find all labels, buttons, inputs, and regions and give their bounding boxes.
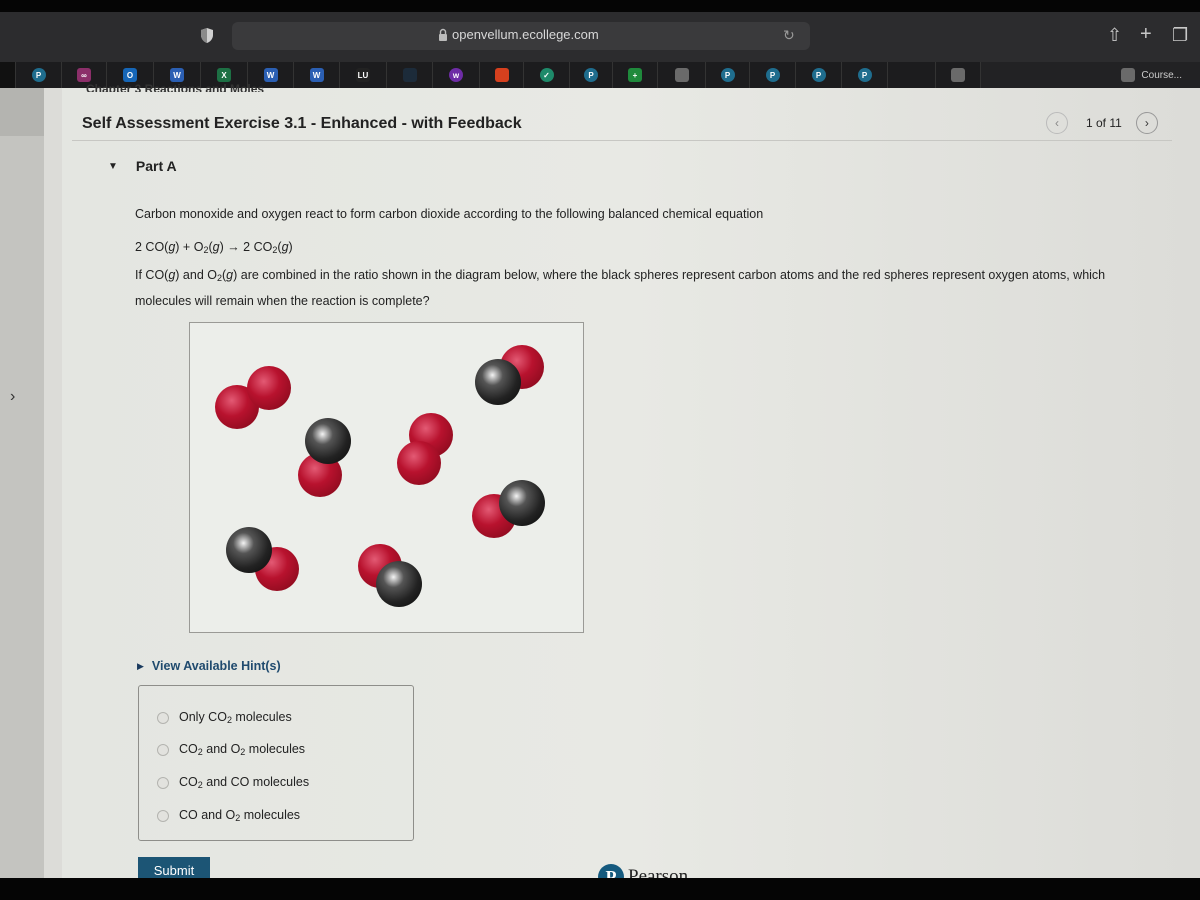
pearson-icon: P	[31, 68, 46, 82]
tab-pearson[interactable]: P	[750, 62, 796, 88]
radio-button[interactable]	[157, 809, 169, 822]
word-icon: W	[309, 68, 324, 82]
new-tab-icon[interactable]: +	[1140, 23, 1152, 46]
pager: ‹ 1 of 11 ›	[1046, 112, 1158, 134]
share-icon[interactable]: ⇧	[1107, 25, 1122, 46]
page-content: › Chapter 3 Reactions and Moles Self Ass…	[0, 82, 1200, 890]
carbon-atom	[498, 480, 545, 527]
tab-lu[interactable]: LU	[340, 62, 387, 88]
tab-course[interactable]: Course...	[981, 62, 1200, 88]
tab-overview-icon[interactable]: ❐	[1172, 25, 1188, 46]
tab-course-label: Course...	[1141, 69, 1182, 81]
tab-edge	[0, 62, 16, 88]
tab-pearson[interactable]: P	[842, 62, 888, 88]
part-a-toggle[interactable]: ▼ Part A	[108, 158, 177, 174]
divider	[72, 140, 1172, 141]
left-rail-header	[0, 88, 44, 136]
question-text: If CO(g) and O2(g) are combined in the r…	[135, 268, 1106, 308]
tab-blank-page[interactable]	[658, 62, 706, 88]
empty-icon	[905, 68, 919, 82]
answer-option[interactable]: Only CO2 molecules	[157, 710, 292, 725]
carbon-atom	[376, 561, 423, 608]
tab-plus-green[interactable]: +	[613, 62, 658, 88]
expand-sidebar-icon[interactable]: ›	[10, 388, 15, 406]
reload-icon[interactable]: ↻	[783, 27, 795, 44]
blank-page-icon	[951, 68, 965, 82]
webassign-icon: w	[449, 68, 463, 82]
screen-bezel-top	[0, 0, 1200, 12]
option-label: CO and O2 molecules	[179, 808, 301, 823]
pearson-icon: P	[811, 68, 826, 82]
lu-icon: LU	[356, 68, 370, 82]
blank-page-icon	[1121, 68, 1136, 82]
url-text[interactable]: openvellum.ecollege.com	[452, 27, 599, 42]
breadcrumb[interactable]: Chapter 3 Reactions and Moles	[86, 82, 264, 92]
carbon-atom	[475, 359, 522, 406]
word-icon: W	[263, 68, 278, 82]
question-intro: Carbon monoxide and oxygen react to form…	[135, 207, 764, 221]
page-title: Self Assessment Exercise 3.1 - Enhanced …	[82, 115, 522, 132]
caret-right-icon: ▶	[137, 660, 144, 671]
browser-toolbar: openvellum.ecollege.com ↻ ⇧ + ❐	[0, 12, 1200, 62]
carbon-atom	[226, 527, 273, 574]
shield-blank-icon	[402, 68, 417, 82]
left-rail: ›	[0, 88, 44, 878]
excel-icon: X	[217, 68, 231, 82]
part-label: Part A	[135, 158, 177, 174]
tab-pearson[interactable]: P	[796, 62, 842, 88]
pearson-icon: P	[857, 68, 872, 82]
plus-green-icon: +	[628, 68, 642, 82]
tab-empty[interactable]	[888, 62, 936, 88]
option-label: Only CO2 molecules	[179, 710, 292, 725]
tab-webassign[interactable]: w	[433, 62, 480, 88]
radio-button[interactable]	[157, 711, 169, 724]
privacy-shield-icon[interactable]	[200, 27, 214, 44]
caret-down-icon: ▼	[108, 160, 118, 172]
lock-icon	[439, 28, 447, 41]
oxygen-atom	[397, 440, 442, 485]
blank-page-icon	[674, 68, 689, 82]
next-item-button[interactable]: ›	[1135, 112, 1158, 134]
answer-option[interactable]: CO2 and O2 molecules	[157, 742, 305, 757]
pearson-icon: P	[765, 68, 780, 82]
hint-label: View Available Hint(s)	[151, 659, 281, 673]
answer-options: Only CO2 molecules CO2 and O2 molecules CO…	[138, 685, 414, 841]
tab-bookmark-red[interactable]	[480, 62, 524, 88]
previous-item-button[interactable]: ‹	[1046, 112, 1068, 134]
view-hints-toggle[interactable]: ▶ View Available Hint(s)	[137, 659, 281, 673]
app-link-icon: ∞	[77, 68, 91, 82]
pearson-icon: P	[720, 68, 735, 82]
carbon-atom	[305, 418, 352, 465]
screen-bezel-bottom	[0, 878, 1200, 900]
pearson-icon: P	[584, 68, 598, 82]
oxygen-atom	[247, 366, 291, 411]
answer-option[interactable]: CO2 and CO molecules	[157, 775, 309, 790]
option-label: CO2 and O2 molecules	[179, 742, 306, 757]
molecule-diagram	[189, 322, 584, 633]
tab-pearson[interactable]: P	[16, 62, 62, 88]
chevron-left-icon: ‹	[1055, 116, 1059, 130]
chemical-equation: 2 CO(g) + O2(g) → 2 CO2(g)	[135, 240, 293, 255]
tab-word[interactable]: W	[294, 62, 340, 88]
option-label: CO2 and CO molecules	[179, 775, 310, 790]
check-badge-icon: ✓	[539, 68, 554, 82]
tab-check-badge[interactable]: ✓	[524, 62, 570, 88]
tab-blank-page[interactable]	[936, 62, 981, 88]
bookmark-red-icon	[494, 68, 509, 82]
pager-text: 1 of 11	[1086, 116, 1122, 130]
radio-button[interactable]	[157, 743, 169, 756]
tab-shield-blank[interactable]	[387, 62, 433, 88]
answer-option[interactable]: CO and O2 molecules	[157, 808, 300, 823]
word-icon: W	[170, 68, 184, 82]
tab-pearson[interactable]: P	[706, 62, 750, 88]
tab-pearson[interactable]: P	[570, 62, 613, 88]
outlook-icon: O	[123, 68, 137, 82]
chevron-right-icon: ›	[1144, 116, 1149, 130]
radio-button[interactable]	[157, 776, 169, 789]
